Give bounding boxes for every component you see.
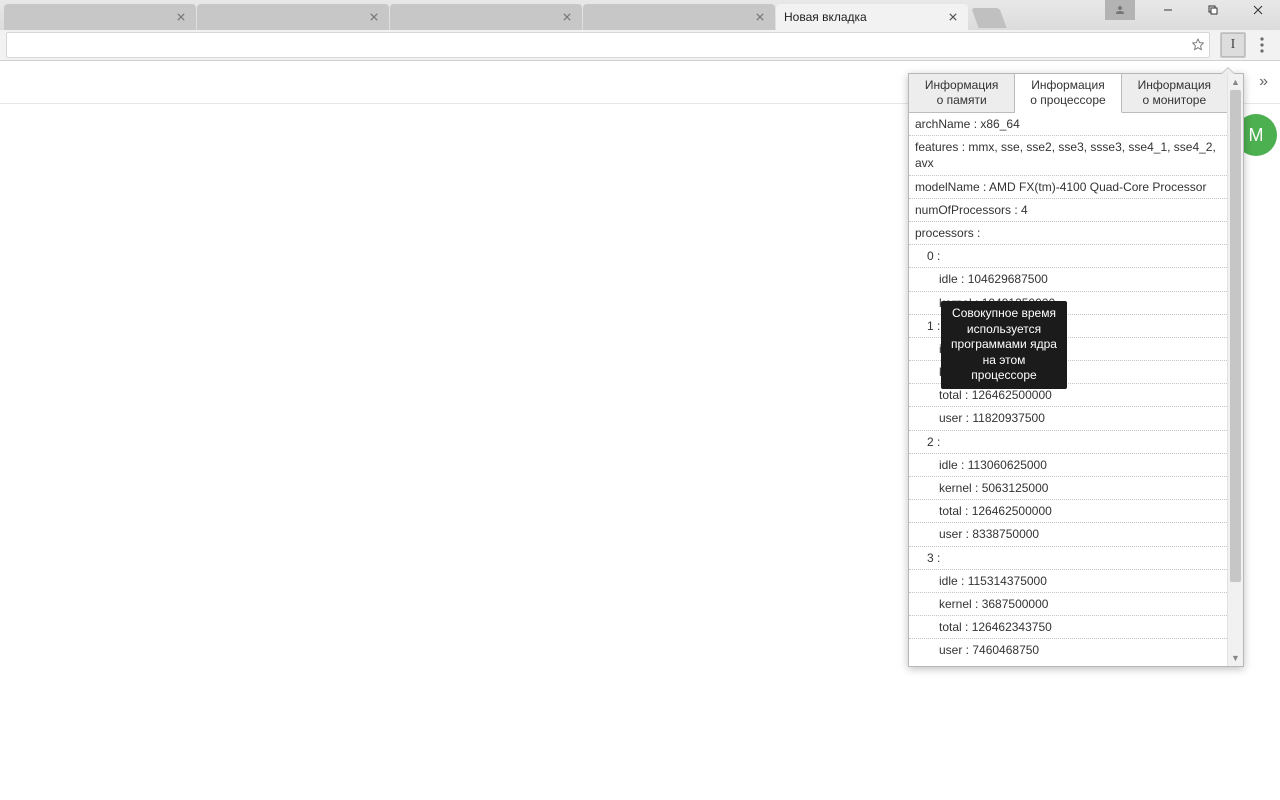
proc-stat: total : 126462500000 <box>909 500 1227 523</box>
scrollbar[interactable]: ▲ ▼ <box>1227 74 1243 666</box>
close-button[interactable] <box>1235 0 1280 20</box>
extension-letter: I <box>1231 37 1236 53</box>
proc-stat: idle : 115314375000 <box>909 570 1227 593</box>
minimize-button[interactable] <box>1145 0 1190 20</box>
close-icon[interactable] <box>946 10 960 24</box>
popup-tabs: Информацияо памяти Информацияо процессор… <box>909 74 1227 113</box>
scroll-thumb[interactable] <box>1230 90 1241 582</box>
proc-stat: user : 7460468750 <box>909 639 1227 661</box>
bookmark-star-icon[interactable] <box>1187 37 1209 53</box>
tabstrip: Новая вкладка <box>0 0 1105 30</box>
close-icon[interactable] <box>367 10 381 24</box>
address-bar[interactable] <box>6 32 1210 58</box>
proc-index: 0 : <box>909 245 1227 268</box>
browser-tab[interactable] <box>197 4 389 30</box>
proc-stat: user : 8338750000 <box>909 523 1227 546</box>
browser-tab[interactable] <box>390 4 582 30</box>
tab-title: Новая вкладка <box>784 10 867 24</box>
popup-tab-cpu[interactable]: Информацияо процессоре <box>1015 74 1121 113</box>
window-titlebar: Новая вкладка <box>0 0 1280 30</box>
proc-index: 2 : <box>909 431 1227 454</box>
avatar-letter: M <box>1249 125 1264 146</box>
menu-button[interactable] <box>1250 32 1274 58</box>
info-row: archName : x86_64 <box>909 113 1227 136</box>
proc-stat: kernel : 3687500000 <box>909 593 1227 616</box>
info-row: features : mmx, sse, sse2, sse3, ssse3, … <box>909 136 1227 175</box>
extension-popup: Информацияо памяти Информацияо процессор… <box>908 73 1244 667</box>
cpu-info-rows: archName : x86_64 features : mmx, sse, s… <box>909 113 1227 666</box>
toolbar: I <box>0 30 1280 61</box>
browser-tab[interactable] <box>583 4 775 30</box>
maximize-button[interactable] <box>1190 0 1235 20</box>
user-icon[interactable] <box>1105 0 1135 20</box>
close-icon[interactable] <box>560 10 574 24</box>
browser-tab[interactable] <box>4 4 196 30</box>
overflow-chevron-icon[interactable]: » <box>1259 73 1268 91</box>
extension-button[interactable]: I <box>1220 32 1246 58</box>
new-tab-button[interactable] <box>971 8 1006 28</box>
scroll-up-icon[interactable]: ▲ <box>1228 74 1243 90</box>
info-row: processors : <box>909 222 1227 245</box>
scroll-track[interactable] <box>1228 90 1243 650</box>
proc-stat: total : 126462343750 <box>909 616 1227 639</box>
proc-index: 3 : <box>909 547 1227 570</box>
popup-tab-monitor[interactable]: Информацияо мониторе <box>1122 74 1227 112</box>
proc-stat: idle : 113060625000 <box>909 454 1227 477</box>
close-icon[interactable] <box>174 10 188 24</box>
popup-tab-memory[interactable]: Информацияо памяти <box>909 74 1015 112</box>
proc-stat: kernel : 5063125000 <box>909 477 1227 500</box>
proc-stat: user : 11820937500 <box>909 407 1227 430</box>
tooltip: Совокупное время используется программам… <box>941 301 1067 389</box>
window-controls <box>1105 0 1280 30</box>
browser-tab-active[interactable]: Новая вкладка <box>776 4 968 30</box>
scroll-down-icon[interactable]: ▼ <box>1228 650 1243 666</box>
proc-stat: idle : 104629687500 <box>909 268 1227 291</box>
info-row: modelName : AMD FX(tm)-4100 Quad-Core Pr… <box>909 176 1227 199</box>
close-icon[interactable] <box>753 10 767 24</box>
info-row: numOfProcessors : 4 <box>909 199 1227 222</box>
